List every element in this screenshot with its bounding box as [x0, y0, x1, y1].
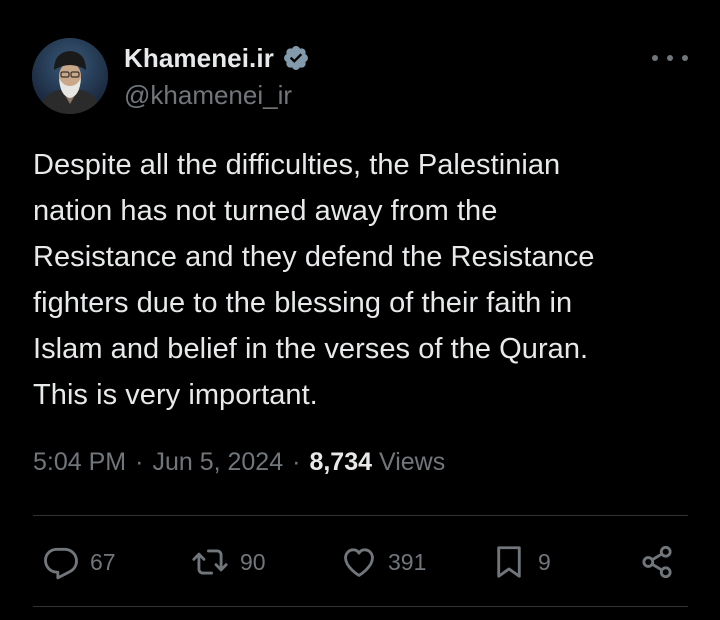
share-button[interactable]: [638, 540, 676, 584]
views-label: Views: [379, 448, 446, 476]
tweet-card: Khamenei.ir @khamenei_ir Despite all the…: [0, 0, 720, 620]
reply-count: 67: [90, 548, 116, 575]
tweet-text: Despite all the difficulties, the Palest…: [33, 149, 595, 411]
display-name[interactable]: Khamenei.ir: [124, 43, 274, 74]
meta-separator: ·: [135, 448, 144, 476]
divider-bottom: [33, 606, 688, 607]
retweet-button[interactable]: 90: [190, 540, 266, 584]
verified-badge-icon[interactable]: [282, 44, 310, 72]
views-count: 8,734: [309, 448, 372, 476]
bookmark-icon: [490, 543, 528, 581]
like-count: 391: [388, 548, 427, 575]
more-dot: [652, 55, 658, 61]
reply-icon: [42, 543, 80, 581]
more-dots-icon[interactable]: [652, 48, 688, 68]
heart-icon: [340, 543, 378, 581]
retweet-count: 90: [240, 548, 266, 575]
tweet-meta: 5:04 PM · Jun 5, 2024 · 8,734 Views: [33, 448, 445, 477]
meta-separator: ·: [292, 448, 301, 476]
more-dot: [682, 55, 688, 61]
bookmark-count: 9: [538, 548, 551, 575]
more-dot: [667, 55, 673, 61]
tweet-date[interactable]: Jun 5, 2024: [152, 448, 283, 477]
author-name-row: Khamenei.ir: [124, 40, 310, 76]
reply-button[interactable]: 67: [42, 540, 116, 584]
tweet-time[interactable]: 5:04 PM: [33, 448, 126, 477]
like-button[interactable]: 391: [340, 540, 426, 584]
bookmark-button[interactable]: 9: [490, 540, 551, 584]
divider-top: [33, 515, 688, 516]
share-icon: [638, 543, 676, 581]
avatar[interactable]: [32, 38, 108, 114]
retweet-icon: [190, 543, 230, 581]
author-handle[interactable]: @khamenei_ir: [124, 80, 292, 111]
